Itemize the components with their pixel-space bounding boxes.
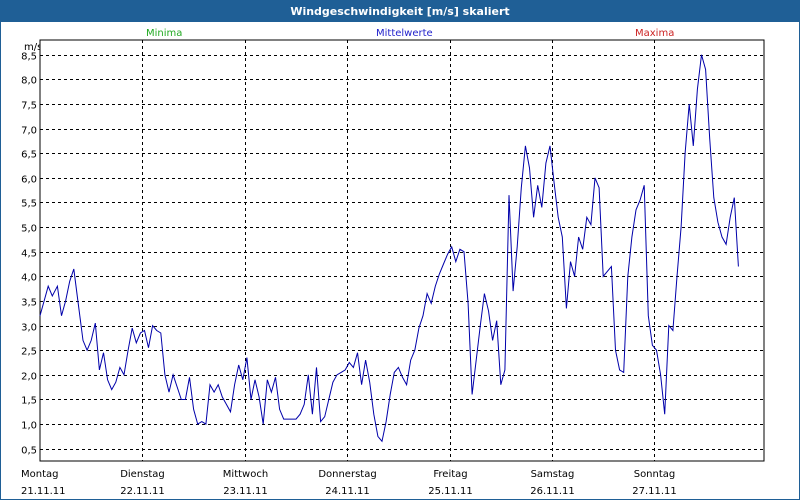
x-tick-day: Donnerstag <box>318 469 376 480</box>
legend-maxima: Maxima <box>635 28 674 39</box>
x-tick-day: Freitag <box>433 469 467 480</box>
y-tick-label: 2,0 <box>21 372 37 383</box>
x-tick-date: 21.11.11 <box>21 486 66 497</box>
y-tick-label: 7,0 <box>21 126 37 137</box>
legend-mittelwerte: Mittelwerte <box>376 28 433 39</box>
y-tick-label: 3,5 <box>21 298 37 309</box>
chart-canvas: Minima Mittelwerte Maxima m/s 0,51,01,52… <box>21 28 765 497</box>
x-tick-date: 24.11.11 <box>325 486 370 497</box>
y-tick-label: 4,0 <box>21 273 37 284</box>
y-tick-label: 6,5 <box>21 150 37 161</box>
x-tick-day: Samstag <box>531 469 575 480</box>
y-tick-label: 5,0 <box>21 224 37 235</box>
x-tick-labels: Montag 21.11.11 Dienstag 22.11.11 Mittwoch 23… <box>21 469 677 497</box>
y-tick-label: 0,5 <box>21 446 37 457</box>
x-tick-date: 23.11.11 <box>223 486 268 497</box>
x-tick-date: 22.11.11 <box>120 486 165 497</box>
plot-area <box>39 39 765 462</box>
y-tick-label: 8,5 <box>21 52 37 63</box>
y-tick-label: 1,0 <box>21 421 37 432</box>
x-tick-day: Dienstag <box>120 469 165 480</box>
y-tick-label: 2,5 <box>21 347 37 358</box>
y-tick-labels: 0,5 1,0 1,5 2,0 2,5 3,0 3,5 4,0 4,5 5,0 5,5 6,0 6,5 7… <box>21 52 37 457</box>
y-tick-label: 7,5 <box>21 101 37 112</box>
x-tick-day: Mittwoch <box>223 469 268 480</box>
x-tick-day: Montag <box>21 469 58 480</box>
y-tick-label: 8,0 <box>21 76 37 87</box>
legend-minima: Minima <box>146 28 182 39</box>
x-tick-date: 26.11.11 <box>530 486 575 497</box>
x-tick-date: 27.11.11 <box>632 486 677 497</box>
y-tick-label: 6,0 <box>21 175 37 186</box>
chart-window: Windgeschwindigkeit [m/s] skaliert Minim… <box>0 0 800 500</box>
y-tick-label: 1,5 <box>21 396 37 407</box>
y-tick-label: 4,5 <box>21 249 37 260</box>
x-tick-day: Sonntag <box>634 469 676 480</box>
y-tick-label: 5,5 <box>21 199 37 210</box>
y-tick-label: 3,0 <box>21 323 37 334</box>
x-tick-date: 25.11.11 <box>428 486 473 497</box>
